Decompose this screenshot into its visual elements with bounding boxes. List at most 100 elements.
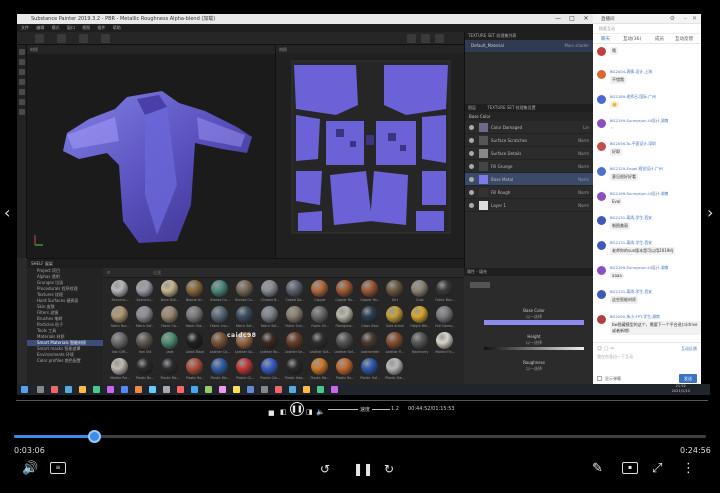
material-thumbnail[interactable]: Plastic Gla... (259, 358, 281, 384)
material-thumbnail[interactable]: Bone Dull... (159, 280, 181, 306)
material-thumbnail[interactable]: Fabric Bur... (109, 306, 131, 332)
visibility-eye-icon[interactable] (469, 151, 474, 156)
taskbar-app-icon[interactable] (331, 386, 338, 393)
material-thumbnail[interactable]: Bronze Co... (209, 280, 231, 306)
avatar[interactable] (597, 47, 606, 56)
visibility-eye-icon[interactable] (469, 177, 474, 182)
taskbar-app-icon[interactable] (79, 386, 86, 393)
feedback-link[interactable]: 互动反馈 (681, 346, 697, 352)
material-thumbnail[interactable]: Leatherette (359, 332, 381, 358)
layer-blend[interactable]: Norm (578, 134, 589, 147)
material-thumbnail[interactable]: Plastic Hea... (284, 358, 306, 384)
tool-option-button[interactable] (101, 34, 110, 43)
material-thumbnail[interactable]: Bronze Ar... (184, 280, 206, 306)
height-slider[interactable] (484, 347, 584, 350)
material-thumbnail[interactable]: Aluminiu... (134, 280, 156, 306)
picker-tool-icon[interactable] (19, 109, 25, 115)
taskbar-app-icon[interactable] (275, 386, 282, 393)
material-thumbnail[interactable]: Fabric Sil... (309, 306, 331, 332)
material-thumbnail[interactable]: Plastic Gl... (234, 358, 256, 384)
avatar[interactable] (597, 192, 606, 201)
visibility-eye-icon[interactable] (469, 190, 474, 195)
material-thumbnail[interactable]: Plastic Ro... (184, 358, 206, 384)
material-thumbnail[interactable]: Machinery (409, 332, 431, 358)
tool-option-button[interactable] (35, 34, 44, 43)
avatar[interactable] (597, 142, 606, 151)
material-thumbnail[interactable]: Plastic Ste... (384, 358, 406, 384)
chat-sender[interactable]: BG2199-Sunnyejun-UI设计-湖南 (610, 191, 701, 197)
camera-button[interactable] (407, 34, 416, 43)
layer-blend[interactable]: Norm (578, 199, 589, 212)
chat-sender[interactable]: BG2199-Sunnyejun-UI设计-湖南 (610, 265, 701, 271)
avatar[interactable] (597, 119, 606, 128)
material-thumbnail[interactable]: Fabric Liss... (209, 306, 231, 332)
close-icon[interactable]: ✕ (692, 15, 697, 22)
eraser-tool-icon[interactable] (19, 59, 25, 65)
chat-sender[interactable]: BG2131-离线-学生-西安 (610, 215, 701, 221)
chat-sender[interactable]: BG2129-Engel-视觉设计-广州 (610, 166, 701, 172)
layer-item-selected[interactable]: Base Metal Norm (465, 173, 593, 186)
shelf-search-input[interactable]: 过滤 (153, 270, 161, 276)
taskbar-app-icon[interactable] (121, 386, 128, 393)
layer-blend[interactable]: Norm (578, 147, 589, 160)
material-thumbnail[interactable]: Plastic Sof... (359, 358, 381, 384)
polygon-fill-icon[interactable] (19, 79, 25, 85)
fullscreen-icon[interactable]: ⤢ (652, 462, 662, 476)
chat-sender[interactable]: BG2056-Tu-平面设计-深圳 (610, 141, 701, 147)
start-icon[interactable] (21, 386, 28, 393)
material-thumbnail[interactable]: Plastic Bu... (134, 358, 156, 384)
material-thumbnail[interactable]: Leather Sof... (334, 332, 356, 358)
screenshot-button[interactable] (435, 34, 444, 43)
chat-sender[interactable]: BG2090-朱小-FPT-学生-湖南 (610, 314, 701, 320)
minimize-icon[interactable]: – (684, 15, 687, 22)
volume-slider[interactable] (328, 409, 358, 410)
material-thumbnail[interactable]: Glass Visor (359, 306, 381, 332)
speed-slider[interactable] (372, 409, 390, 410)
menu-edit[interactable]: 编辑 (36, 25, 44, 30)
tool-option-button[interactable] (57, 34, 66, 43)
smudge-tool-icon[interactable] (19, 89, 25, 95)
material-thumbnail[interactable]: Copper Ro... (359, 280, 381, 306)
material-thumbnail[interactable]: Leather Fi... (384, 332, 406, 358)
material-thumbnail[interactable]: Chrome B... (259, 280, 281, 306)
volume-icon[interactable]: 🔊 (22, 462, 38, 476)
base-color-swatch[interactable] (484, 320, 584, 325)
inner-pause-icon[interactable]: ❚❚ (290, 402, 304, 416)
material-thumbnail[interactable]: Copper Ro... (334, 280, 356, 306)
material-thumbnail[interactable]: Leather Ro... (259, 332, 281, 358)
material-thumbnail[interactable]: Height Ble... (409, 306, 431, 332)
taskbar-app-icon[interactable] (219, 386, 226, 393)
menu-plugins[interactable]: 插件 (97, 25, 105, 30)
taskbar-app-icon[interactable] (317, 386, 324, 393)
menu-help[interactable]: 帮助 (113, 25, 121, 30)
material-thumbnail[interactable]: Latex Black (184, 332, 206, 358)
avatar[interactable] (597, 216, 606, 225)
emoji-icon[interactable]: ☺ ▢ ✂ (597, 346, 614, 352)
layer-blend[interactable]: Lin (583, 121, 589, 134)
projection-tool-icon[interactable] (19, 69, 25, 75)
texture-set-shader[interactable]: Main shader (564, 40, 589, 52)
taskbar-app-icon[interactable] (163, 386, 170, 393)
avatar[interactable] (597, 315, 606, 324)
taskbar-app-icon[interactable] (149, 386, 156, 393)
material-thumbnail[interactable]: Fabric Co... (159, 306, 181, 332)
material-thumbnail[interactable]: Bronze Ca... (234, 280, 256, 306)
avatar[interactable] (597, 167, 606, 176)
settings-gear-icon[interactable]: ⚙ (670, 15, 675, 22)
viewport-3d[interactable]: 材质 (27, 45, 275, 258)
fill-mode-button[interactable] (470, 282, 490, 288)
material-thumbnail[interactable]: Gold Armor (384, 306, 406, 332)
menu-view[interactable]: 视图 (82, 25, 90, 30)
visibility-eye-icon[interactable] (469, 125, 474, 130)
viewport-2d-uv[interactable]: 材质 (275, 45, 465, 258)
avatar[interactable] (597, 95, 606, 104)
chat-sender[interactable]: BG2004-表情-设计-上海 (610, 69, 701, 75)
display-mode-button[interactable] (421, 34, 430, 43)
material-thumbnail[interactable]: Hull Dama... (434, 306, 456, 332)
material-thumbnail[interactable]: Leather Se... (284, 332, 306, 358)
taskbar-app-icon[interactable] (65, 386, 72, 393)
clone-tool-icon[interactable] (19, 99, 25, 105)
maximize-icon[interactable]: □ (565, 14, 579, 24)
channel-select[interactable]: Base Color (465, 112, 593, 121)
visibility-eye-icon[interactable] (469, 164, 474, 169)
